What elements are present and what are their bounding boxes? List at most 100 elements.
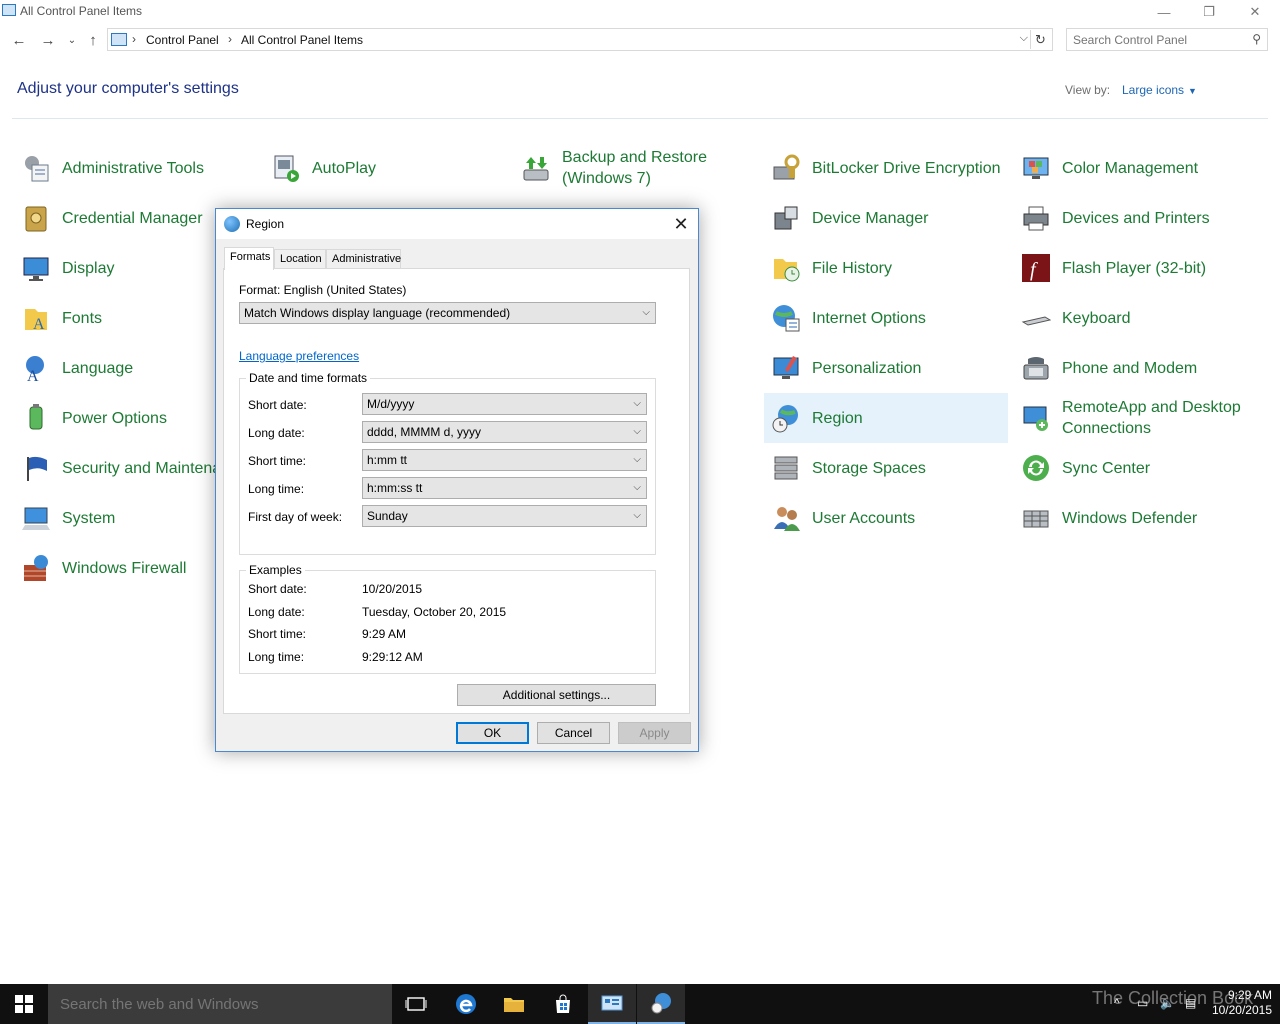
view-by-dropdown[interactable]: Large icons ▼: [1122, 83, 1197, 97]
item-internet-options[interactable]: Internet Options: [764, 295, 1008, 341]
store-icon[interactable]: [539, 984, 587, 1024]
item-phone-and-modem[interactable]: Phone and Modem: [1014, 345, 1268, 391]
defender-icon: [1020, 502, 1052, 534]
tab-formats[interactable]: Formats: [224, 247, 274, 270]
chevron-down-icon: ⌵: [633, 482, 641, 493]
credential-icon: [20, 202, 52, 234]
close-button[interactable]: ✕: [1232, 0, 1278, 24]
control-panel-window: All Control Panel Items — ❐ ✕ ← → ⌄ ↑ › …: [0, 0, 1280, 1024]
page-title: Adjust your computer's settings: [17, 80, 239, 97]
formats-panel: Format: English (United States) Match Wi…: [223, 268, 690, 714]
item-file-history[interactable]: File History: [764, 245, 1008, 291]
item-flash-player[interactable]: f Flash Player (32-bit): [1014, 245, 1268, 291]
sync-icon: [1020, 452, 1052, 484]
example-long-time-value: 9:29:12 AM: [362, 650, 423, 664]
bitlocker-icon: [770, 152, 802, 184]
long-time-dropdown[interactable]: h:mm:ss tt ⌵: [362, 477, 647, 499]
restore-button[interactable]: ❐: [1186, 0, 1232, 24]
search-box[interactable]: ⚲: [1066, 28, 1268, 51]
item-device-manager[interactable]: Device Manager: [764, 195, 1008, 241]
taskbar-search[interactable]: [48, 984, 392, 1024]
address-dropdown-icon[interactable]: ⌵: [1020, 32, 1028, 45]
item-backup-and-restore[interactable]: Backup and Restore (Windows 7): [514, 145, 758, 191]
item-system[interactable]: System: [14, 495, 214, 541]
long-date-value: dddd, MMMM d, yyyy: [367, 425, 482, 439]
control-panel-taskbar-icon[interactable]: [588, 984, 636, 1024]
item-autoplay[interactable]: AutoPlay: [264, 145, 464, 191]
item-personalization[interactable]: Personalization: [764, 345, 1008, 391]
up-arrow-icon[interactable]: ↑: [83, 30, 103, 50]
examples-group: Examples Short date: 10/20/2015 Long dat…: [239, 563, 656, 674]
item-windows-defender[interactable]: Windows Defender: [1014, 495, 1268, 541]
short-date-dropdown[interactable]: M/d/yyyy ⌵: [362, 393, 647, 415]
region-taskbar-icon[interactable]: [637, 984, 685, 1024]
long-time-value: h:mm:ss tt: [367, 481, 423, 495]
ok-button[interactable]: OK: [456, 722, 529, 744]
watermark-text: The Collection Book: [1092, 988, 1254, 1008]
personalization-icon: [770, 352, 802, 384]
taskbar-search-input[interactable]: [60, 995, 380, 1013]
flash-icon: f: [1020, 252, 1052, 284]
search-input[interactable]: [1073, 32, 1243, 48]
item-remoteapp[interactable]: RemoteApp and Desktop Connections: [1014, 395, 1268, 441]
item-label: User Accounts: [812, 509, 916, 527]
breadcrumb-control-panel[interactable]: Control Panel: [146, 33, 219, 47]
example-long-time-label: Long time:: [248, 650, 305, 664]
item-windows-firewall[interactable]: Windows Firewall: [14, 545, 214, 591]
cancel-button[interactable]: Cancel: [537, 722, 610, 744]
item-credential-manager[interactable]: Credential Manager: [14, 195, 214, 241]
file-history-icon: [770, 252, 802, 284]
power-icon: [20, 402, 52, 434]
item-keyboard[interactable]: Keyboard: [1014, 295, 1268, 341]
additional-settings-button[interactable]: Additional settings...: [457, 684, 656, 706]
long-date-dropdown[interactable]: dddd, MMMM d, yyyy ⌵: [362, 421, 647, 443]
item-color-management[interactable]: Color Management: [1014, 145, 1268, 191]
example-short-date-value: 10/20/2015: [362, 582, 423, 596]
backup-icon: [520, 152, 552, 184]
region-dialog: Region ✕ Formats Location Administrative…: [215, 208, 699, 752]
language-icon: A: [20, 352, 52, 384]
short-time-dropdown[interactable]: h:mm tt ⌵: [362, 449, 647, 471]
item-user-accounts[interactable]: User Accounts: [764, 495, 1008, 541]
refresh-icon[interactable]: ↻: [1030, 30, 1050, 49]
item-power-options[interactable]: Power Options: [14, 395, 214, 441]
task-view-icon[interactable]: [392, 984, 440, 1024]
date-time-formats-group: Date and time formats Short date: M/d/yy…: [239, 371, 656, 555]
view-by-value: Large icons: [1122, 83, 1185, 97]
item-administrative-tools[interactable]: Administrative Tools: [14, 145, 258, 191]
item-devices-and-printers[interactable]: Devices and Printers: [1014, 195, 1268, 241]
tab-location[interactable]: Location: [274, 249, 326, 269]
item-display[interactable]: Display: [14, 245, 214, 291]
item-label: Windows Firewall: [62, 559, 187, 577]
item-label: Security and Maintena: [62, 459, 215, 477]
item-label: Flash Player (32-bit): [1062, 259, 1207, 277]
chevron-down-icon: ⌵: [642, 307, 650, 318]
address-bar[interactable]: › Control Panel › All Control Panel Item…: [107, 28, 1053, 51]
item-storage-spaces[interactable]: Storage Spaces: [764, 445, 1008, 491]
item-language[interactable]: A Language: [14, 345, 214, 391]
start-button[interactable]: [0, 984, 48, 1024]
edge-browser-icon[interactable]: [442, 984, 490, 1024]
item-label: Internet Options: [812, 309, 926, 327]
minimize-button[interactable]: —: [1141, 0, 1187, 24]
apply-button[interactable]: Apply: [618, 722, 691, 744]
dialog-close-button[interactable]: ✕: [668, 212, 694, 236]
item-bitlocker[interactable]: BitLocker Drive Encryption: [764, 145, 1008, 191]
item-security-and-maintenance[interactable]: Security and Maintena: [14, 445, 215, 491]
view-by-label: View by:: [1065, 83, 1111, 97]
item-fonts[interactable]: A Fonts: [14, 295, 214, 341]
breadcrumb-all-items[interactable]: All Control Panel Items: [241, 33, 363, 47]
item-sync-center[interactable]: Sync Center: [1014, 445, 1268, 491]
language-preferences-link[interactable]: Language preferences: [239, 349, 359, 363]
format-dropdown[interactable]: Match Windows display language (recommen…: [239, 302, 656, 324]
recent-locations-chevron-icon[interactable]: ⌄: [62, 30, 82, 50]
back-arrow-icon[interactable]: ←: [9, 30, 29, 50]
tab-administrative[interactable]: Administrative: [326, 249, 401, 269]
dialog-title-bar: Region ✕: [216, 209, 698, 239]
first-day-dropdown[interactable]: Sunday ⌵: [362, 505, 647, 527]
item-region[interactable]: Region: [764, 393, 1008, 443]
forward-arrow-icon[interactable]: →: [38, 30, 58, 50]
item-label: Power Options: [62, 409, 167, 427]
file-explorer-icon[interactable]: [490, 984, 538, 1024]
search-icon[interactable]: ⚲: [1252, 32, 1261, 46]
